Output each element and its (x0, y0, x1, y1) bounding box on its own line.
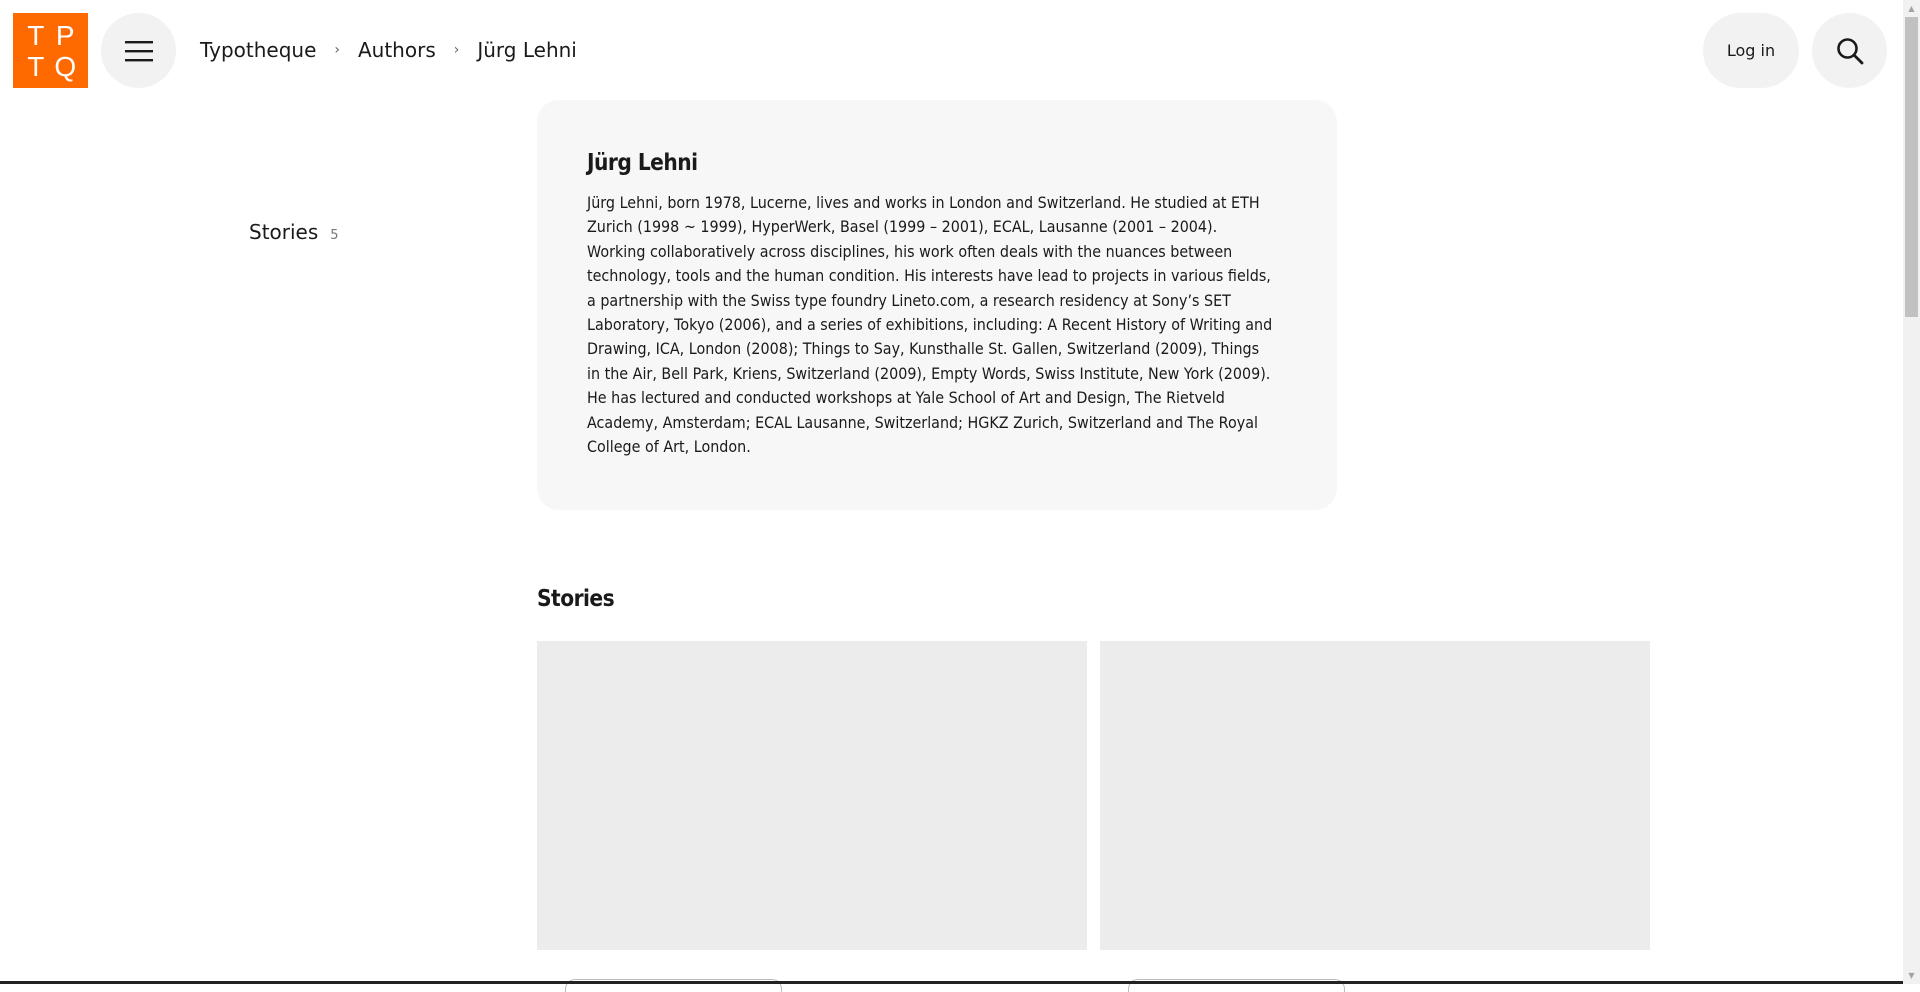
typotheque-logo[interactable]: T P T Q (13, 13, 88, 88)
logo-letter: P (55, 19, 75, 51)
breadcrumb-current: Jürg Lehni (477, 38, 577, 62)
side-nav-stories[interactable]: Stories 5 (249, 220, 339, 244)
magnifier-search-icon (1836, 37, 1863, 64)
scrollbar-thumb[interactable] (1905, 17, 1918, 317)
search-button[interactable] (1812, 13, 1887, 88)
breadcrumb-authors[interactable]: Authors (358, 38, 436, 62)
scroll-down-arrow-icon[interactable]: ▼ (1903, 967, 1920, 984)
side-nav-stories-count: 5 (330, 228, 339, 243)
stories-heading: Stories (537, 586, 615, 612)
login-button[interactable]: Log in (1703, 13, 1799, 88)
story-card-image[interactable] (537, 641, 1087, 950)
logo-letter: T (27, 19, 45, 51)
author-bio: Jürg Lehni, born 1978, Lucerne, lives an… (587, 193, 1273, 457)
logo-letter: T (27, 50, 45, 82)
breadcrumb-separator: › (453, 42, 460, 58)
page-scrollbar[interactable]: ▲ ▼ (1903, 0, 1920, 984)
story-card-image[interactable] (1100, 641, 1650, 950)
logo-letter: Q (54, 50, 77, 82)
scroll-up-arrow-icon[interactable]: ▲ (1903, 0, 1920, 17)
side-nav-stories-label[interactable]: Stories (249, 220, 318, 244)
breadcrumb-typotheque[interactable]: Typotheque (200, 38, 316, 62)
author-bio-card: Jürg Lehni Jürg Lehni, born 1978, Lucern… (537, 100, 1337, 510)
hamburger-menu-icon (124, 40, 153, 61)
author-name: Jürg Lehni (587, 150, 698, 176)
breadcrumb: Typotheque › Authors › Jürg Lehni (200, 38, 577, 62)
breadcrumb-separator: › (334, 42, 340, 58)
menu-button[interactable] (101, 13, 176, 88)
